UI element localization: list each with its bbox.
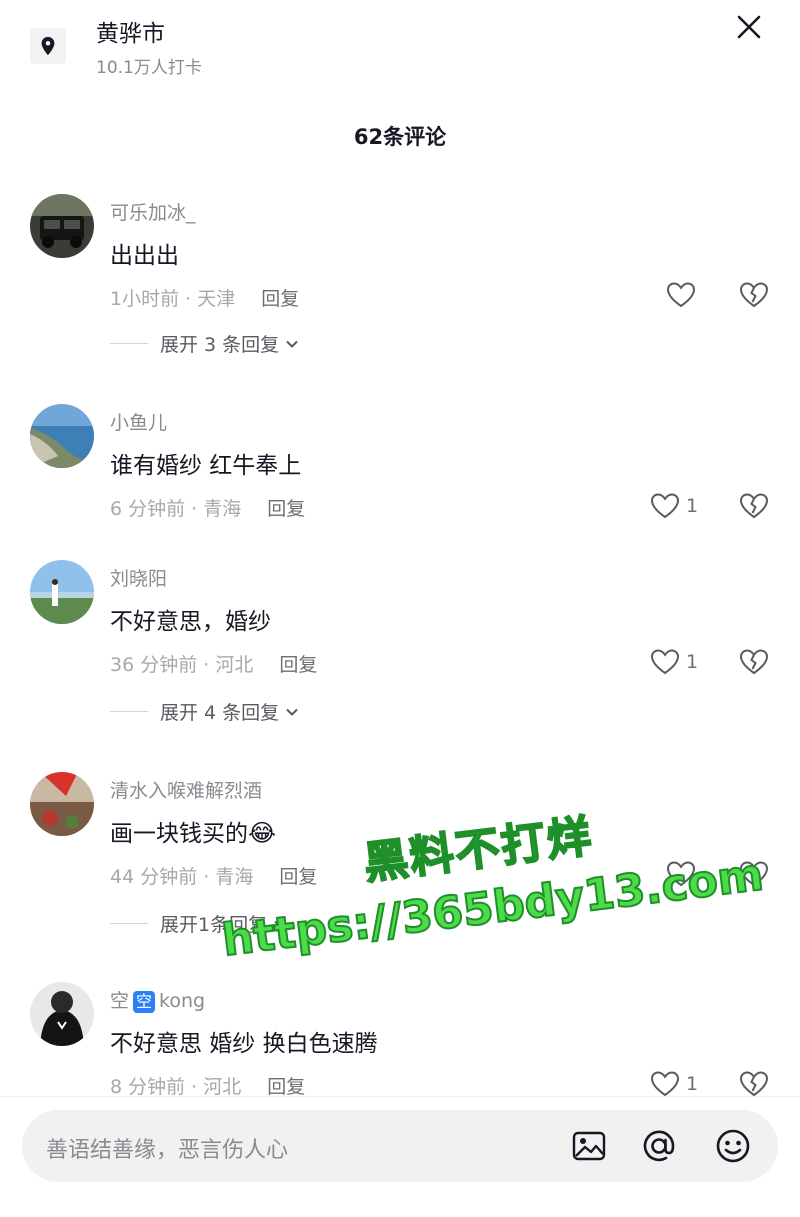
comment-time-location: 6 分钟前 · 青海 <box>110 498 242 520</box>
divider-line <box>110 711 148 712</box>
chevron-down-icon <box>285 705 299 719</box>
comment-time-location: 36 分钟前 · 河北 <box>110 654 254 676</box>
comment-username[interactable]: 小鱼儿 <box>110 408 167 435</box>
heart-outline-icon <box>650 1071 680 1097</box>
expand-replies[interactable]: 展开 4 条回复 <box>110 698 299 725</box>
divider-line <box>110 343 148 344</box>
avatar[interactable] <box>30 772 94 836</box>
reply-button[interactable]: 回复 <box>261 288 299 310</box>
username-prefix: 空 <box>110 990 130 1012</box>
heart-outline-icon <box>666 282 696 308</box>
like-count: 1 <box>686 651 699 673</box>
reply-button[interactable]: 回复 <box>267 498 305 520</box>
like-button[interactable] <box>666 280 696 310</box>
expand-replies[interactable]: 展开1条回复 <box>110 910 287 937</box>
checkin-count: 10.1万人打卡 <box>96 58 202 78</box>
like-count: 1 <box>686 1073 699 1095</box>
chevron-down-icon <box>285 337 299 351</box>
reply-button[interactable]: 回复 <box>279 866 317 888</box>
expand-replies-label: 展开 3 条回复 <box>160 334 280 356</box>
comment-text: 出出出 <box>110 243 179 269</box>
comment-username[interactable]: 可乐加冰_ <box>110 198 196 225</box>
comment-username[interactable]: 刘晓阳 <box>110 564 167 591</box>
heart-outline-icon <box>650 649 680 675</box>
comment-input-bar[interactable]: 善语结善缘，恶言伤人心 <box>22 1110 778 1182</box>
divider <box>0 1096 800 1097</box>
broken-heart-icon <box>739 1071 769 1097</box>
username-badge: 空 <box>133 991 156 1013</box>
like-button[interactable]: 1 <box>650 491 698 521</box>
comment-username[interactable]: 清水入喉难解烈酒 <box>110 776 262 803</box>
comment-meta: 1小时前 · 天津 回复 <box>110 284 299 311</box>
image-icon[interactable] <box>570 1127 608 1165</box>
comment-time-location: 44 分钟前 · 青海 <box>110 866 254 888</box>
avatar[interactable] <box>30 982 94 1046</box>
broken-heart-icon <box>739 282 769 308</box>
comment-username[interactable]: 空空 kong <box>110 986 205 1013</box>
like-button[interactable]: 1 <box>650 1069 698 1099</box>
dislike-button[interactable] <box>738 280 770 310</box>
reply-button[interactable]: 回复 <box>267 1076 305 1098</box>
watermark-line1: 黑料不打烊 <box>360 810 597 891</box>
avatar[interactable] <box>30 404 94 468</box>
at-icon[interactable] <box>640 1127 678 1165</box>
avatar[interactable] <box>30 560 94 624</box>
close-icon[interactable] <box>734 12 764 42</box>
comment-meta: 8 分钟前 · 河北 回复 <box>110 1072 305 1099</box>
location-header: 黄骅市 10.1万人打卡 <box>0 0 800 100</box>
comment-time-location: 8 分钟前 · 河北 <box>110 1076 242 1098</box>
username-suffix: kong <box>159 990 206 1012</box>
chevron-down-icon <box>273 917 287 931</box>
expand-replies[interactable]: 展开 3 条回复 <box>110 330 299 357</box>
comment-text: 画一块钱买的😂 <box>110 814 276 848</box>
divider-line <box>110 923 148 924</box>
smile-icon[interactable] <box>714 1127 752 1165</box>
location-name[interactable]: 黄骅市 <box>96 14 165 48</box>
comments-count-title: 62条评论 <box>353 125 447 149</box>
comment-meta: 36 分钟前 · 河北 回复 <box>110 650 317 677</box>
comment-text: 谁有婚纱 红牛奉上 <box>110 453 302 479</box>
watermark-overlay: 黑料不打烊 https://365bdy13.com <box>180 767 800 1039</box>
expand-replies-label: 展开1条回复 <box>160 914 268 936</box>
comment-text: 不好意思，婚纱 <box>110 609 271 635</box>
broken-heart-icon <box>739 649 769 675</box>
heart-outline-icon <box>650 493 680 519</box>
reply-button[interactable]: 回复 <box>279 654 317 676</box>
expand-replies-label: 展开 4 条回复 <box>160 702 280 724</box>
like-button[interactable]: 1 <box>650 647 698 677</box>
comment-meta: 6 分钟前 · 青海 回复 <box>110 494 305 521</box>
broken-heart-icon <box>739 493 769 519</box>
like-count: 1 <box>686 495 699 517</box>
comment-text: 不好意思 婚纱 换白色速腾 <box>110 1031 378 1057</box>
heart-outline-icon <box>666 861 696 887</box>
comment-time-location: 1小时前 · 天津 <box>110 288 236 310</box>
avatar[interactable] <box>30 194 94 258</box>
like-button[interactable] <box>666 859 696 889</box>
dislike-button[interactable] <box>738 1069 770 1099</box>
comment-meta: 44 分钟前 · 青海 回复 <box>110 862 317 889</box>
dislike-button[interactable] <box>738 859 770 889</box>
dislike-button[interactable] <box>738 647 770 677</box>
comment-text-body: 画一块钱买的 <box>110 821 248 847</box>
comment-input[interactable]: 善语结善缘，恶言伤人心 <box>46 1132 288 1164</box>
dislike-button[interactable] <box>738 491 770 521</box>
map-pin-icon <box>30 28 66 64</box>
broken-heart-icon <box>739 861 769 887</box>
laughing-crying-emoji: 😂 <box>248 819 277 847</box>
